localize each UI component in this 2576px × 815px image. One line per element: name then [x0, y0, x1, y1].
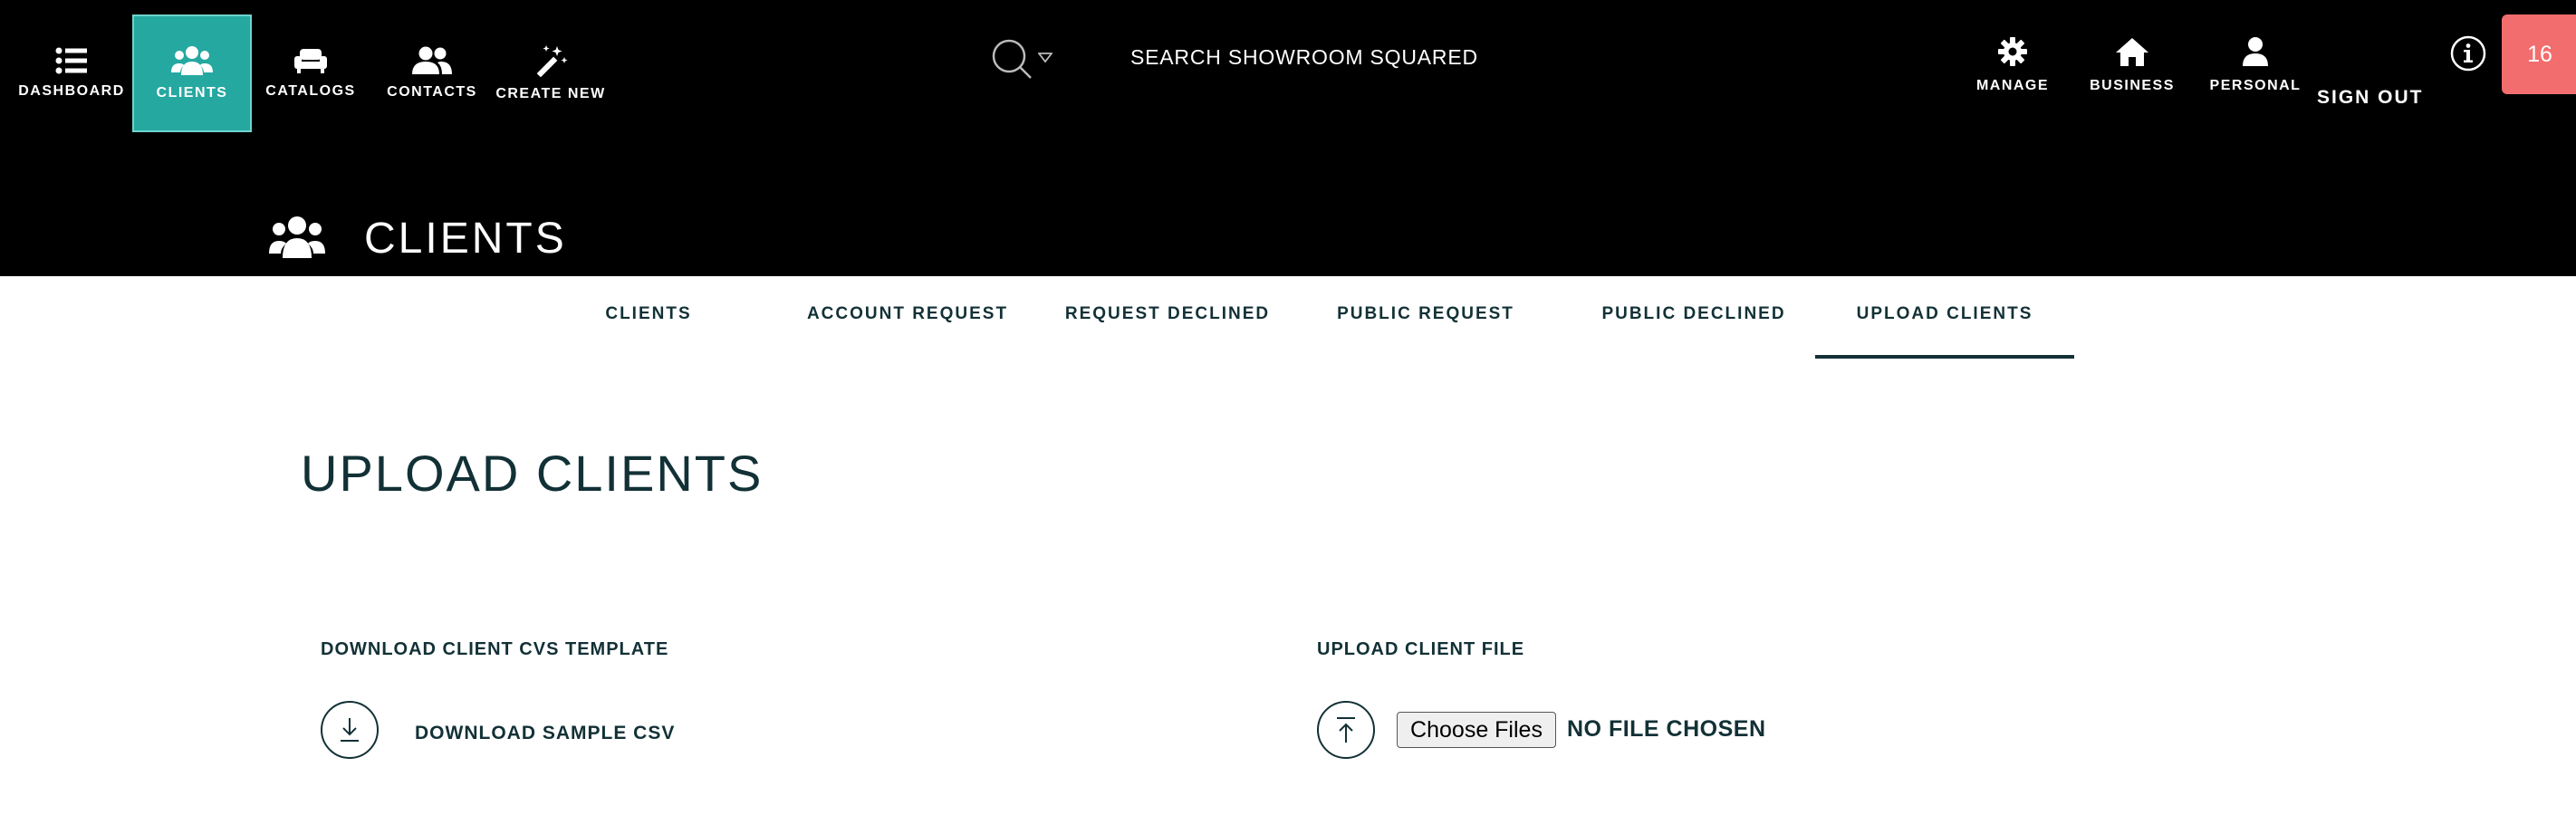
nav-personal[interactable]: PERSONAL [2210, 36, 2301, 118]
page-title: CLIENTS [364, 215, 567, 263]
tab-public-request[interactable]: PUBLIC REQUEST [1321, 304, 1531, 359]
tab-upload-clients[interactable]: UPLOAD CLIENTS [1815, 304, 2074, 359]
magic-wand-icon [536, 45, 568, 77]
download-sample-csv-link[interactable]: DOWNLOAD SAMPLE CSV [415, 723, 675, 744]
file-status: NO FILE CHOSEN [1567, 716, 1766, 742]
nav-create-new-label: CREATE NEW [495, 86, 606, 101]
notification-badge[interactable]: 16 [2502, 14, 2576, 94]
tab-clients[interactable]: CLIENTS [576, 304, 721, 359]
nav-dashboard-label: DASHBOARD [18, 83, 125, 99]
choose-files-button[interactable]: Choose Files [1397, 712, 1556, 748]
list-icon [55, 47, 87, 74]
nav-contacts-label: CONTACTS [387, 84, 477, 100]
upload-file-heading: UPLOAD CLIENT FILE [1317, 639, 1525, 659]
nav-clients[interactable]: CLIENTS [132, 14, 252, 132]
tab-account-request[interactable]: ACCOUNT REQUEST [792, 304, 1024, 359]
users-group-icon [171, 46, 213, 75]
gear-icon [1998, 37, 2027, 66]
nav-personal-label: PERSONAL [2209, 78, 2302, 93]
upload-icon [1337, 717, 1355, 743]
nav-catalogs[interactable]: CATALOGS [254, 14, 368, 132]
nav-clients-label: CLIENTS [156, 85, 228, 101]
nav-manage-label: MANAGE [1975, 78, 2050, 93]
home-icon [2116, 38, 2148, 66]
download-template-heading: DOWNLOAD CLIENT CVS TEMPLATE [321, 639, 669, 659]
nav-business-label: BUSINESS [2090, 78, 2175, 93]
user-icon [2243, 37, 2268, 66]
upload-button[interactable] [1317, 701, 1375, 759]
nav-manage[interactable]: MANAGE [1975, 36, 2051, 118]
download-button[interactable] [321, 701, 379, 759]
section-title: UPLOAD CLIENTS [301, 445, 764, 502]
tab-public-declined[interactable]: PUBLIC DECLINED [1583, 304, 1804, 359]
info-icon[interactable] [2449, 34, 2487, 72]
nav-catalogs-label: CATALOGS [265, 83, 356, 99]
sofa-icon [294, 49, 327, 73]
nav-business[interactable]: BUSINESS [2087, 36, 2177, 118]
download-icon [341, 718, 359, 742]
sign-out-link[interactable]: SIGN OUT [2317, 87, 2424, 109]
users-group-icon [269, 216, 325, 258]
nav-contacts[interactable]: CONTACTS [373, 14, 491, 132]
nav-create-new[interactable]: CREATE NEW [495, 14, 607, 132]
contacts-icon [412, 46, 452, 74]
chevron-down-icon[interactable] [1038, 53, 1053, 63]
nav-dashboard[interactable]: DASHBOARD [13, 14, 130, 132]
search-input[interactable] [1130, 45, 1511, 70]
tab-request-declined[interactable]: REQUEST DECLINED [1051, 304, 1284, 359]
